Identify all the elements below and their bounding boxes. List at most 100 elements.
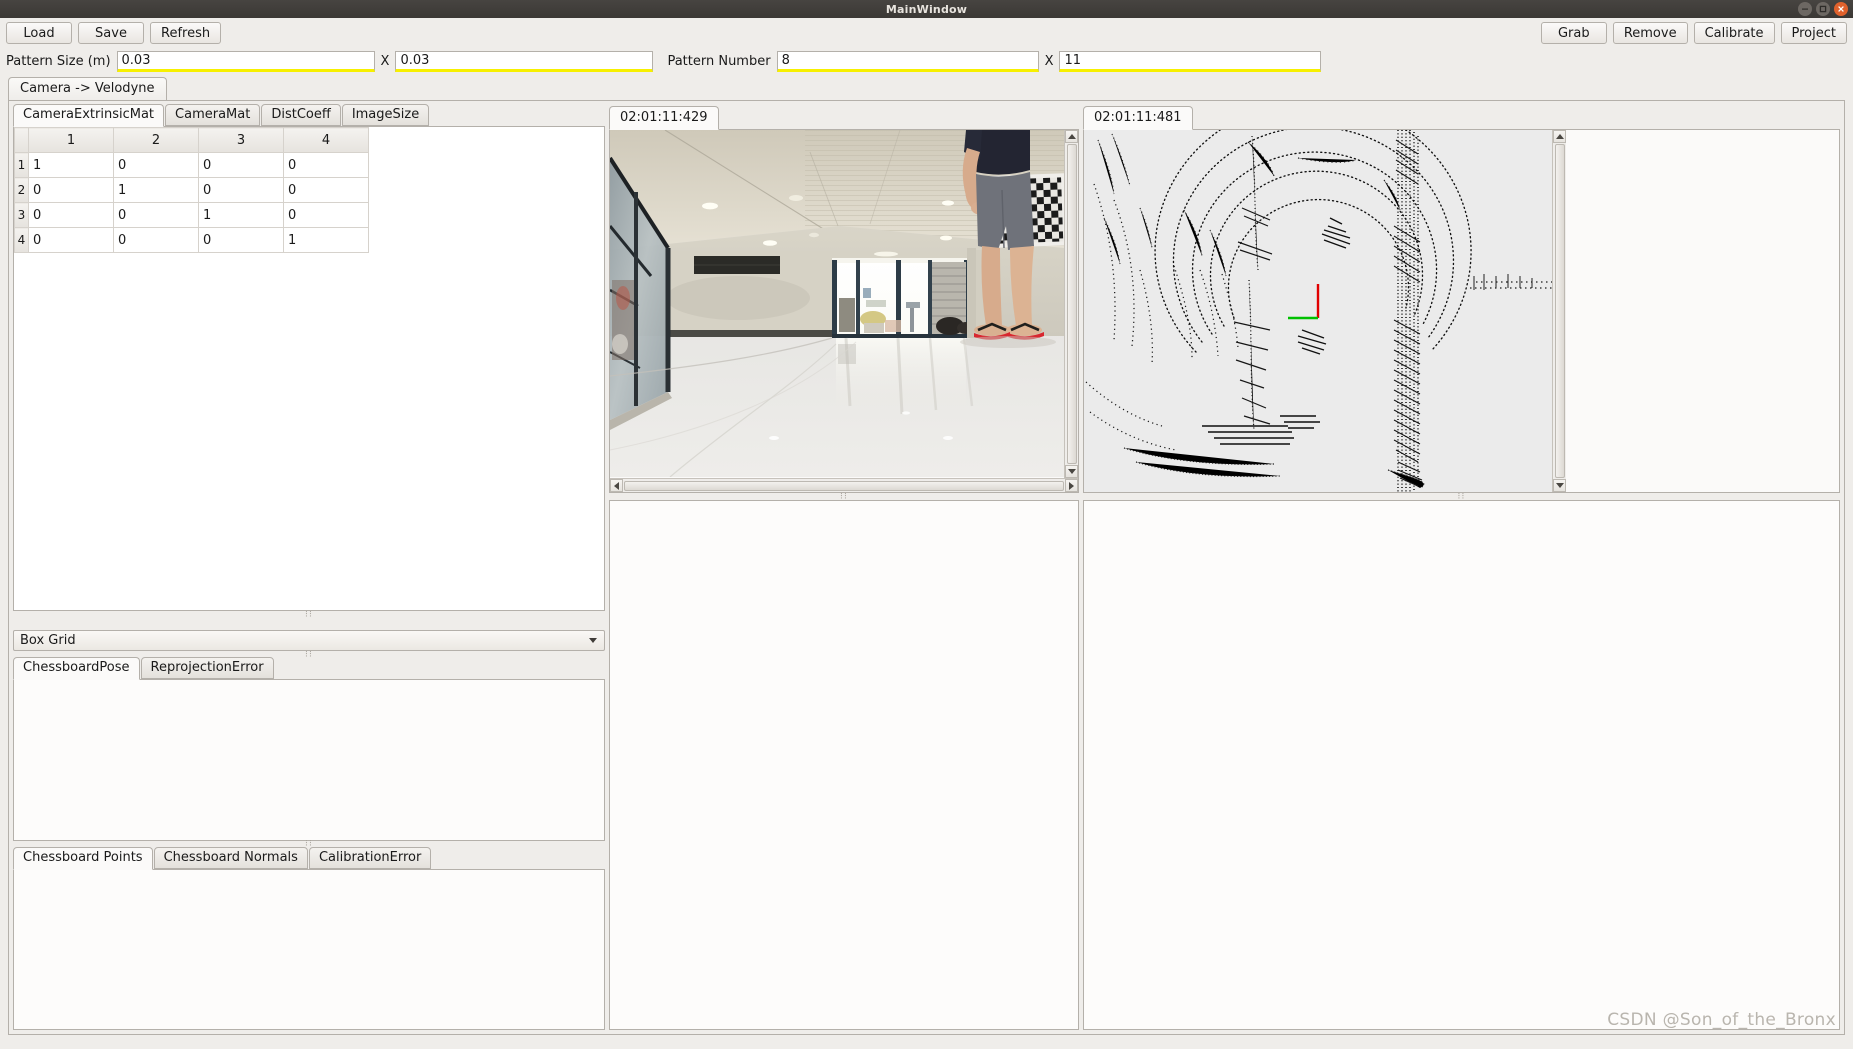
window-titlebar: MainWindow [0, 0, 1853, 18]
toolbar-right-group: Grab Remove Calibrate Project [1540, 22, 1847, 44]
remove-button[interactable]: Remove [1612, 22, 1688, 44]
grab-button[interactable]: Grab [1540, 22, 1607, 44]
table-row: 3 0 0 1 0 [14, 202, 369, 228]
scrollbar-thumb[interactable] [1066, 144, 1077, 464]
camera-image-canvas[interactable] [610, 130, 1078, 478]
camera-vertical-scrollbar[interactable] [1064, 130, 1078, 478]
pattern-number-label: Pattern Number [667, 53, 771, 69]
matrix-cell[interactable]: 1 [283, 227, 369, 253]
table-header-row: 1 2 3 4 [14, 127, 369, 153]
tab-image-size[interactable]: ImageSize [341, 104, 430, 126]
matrix-cell[interactable]: 0 [198, 227, 284, 253]
row-header[interactable]: 3 [14, 202, 29, 228]
toolbar-left-group: Load Save Refresh [6, 22, 222, 44]
lidar-view-tab[interactable]: 02:01:11:481 [1083, 106, 1193, 130]
scroll-left-icon[interactable] [610, 479, 623, 492]
load-button[interactable]: Load [6, 22, 72, 44]
refresh-button[interactable]: Refresh [150, 22, 222, 44]
outer-tabstrip: Camera -> Velodyne [8, 77, 1845, 100]
splitter-handle[interactable]: ⁝⁝ [1083, 492, 1840, 502]
matrix-table-pane[interactable]: 1 2 3 4 1 1 0 0 0 2 0 1 0 0 3 0 0 1 0 4 … [13, 126, 605, 611]
pattern-number-y-input[interactable]: 11 [1059, 50, 1322, 72]
scrollbar-thumb[interactable] [1554, 144, 1565, 478]
chevron-down-icon [589, 638, 597, 643]
splitter-handle[interactable]: ⁝⁝ [13, 610, 605, 620]
grid-type-combobox[interactable]: Box Grid [13, 630, 605, 651]
column-header[interactable]: 1 [28, 127, 114, 153]
lidar-column: 02:01:11:481 ⁝⁝ [1083, 105, 1840, 1030]
tab-camera-velodyne[interactable]: Camera -> Velodyne [8, 77, 167, 100]
tab-chessboard-normals[interactable]: Chessboard Normals [153, 846, 308, 869]
calibrate-button[interactable]: Calibrate [1693, 22, 1775, 44]
lidar-vertical-scrollbar[interactable] [1552, 130, 1566, 492]
window-title: MainWindow [885, 2, 968, 16]
row-header[interactable]: 4 [14, 227, 29, 253]
row-header[interactable]: 1 [14, 152, 29, 178]
matrix-cell[interactable]: 0 [283, 202, 369, 228]
tab-camera-mat[interactable]: CameraMat [165, 104, 261, 126]
tab-camera-extrinsic-mat[interactable]: CameraExtrinsicMat [13, 104, 165, 127]
save-button[interactable]: Save [78, 22, 144, 44]
close-icon[interactable] [1834, 2, 1848, 16]
main-toolbar: Load Save Refresh Grab Remove Calibrate … [0, 18, 1853, 48]
outer-tab-pane: CameraExtrinsicMat CameraMat DistCoeff I… [8, 100, 1845, 1035]
scroll-down-icon[interactable] [1553, 479, 1566, 492]
matrix-cell[interactable]: 0 [28, 177, 114, 203]
matrix-tabstrip: CameraExtrinsicMat CameraMat DistCoeff I… [13, 104, 605, 127]
scroll-up-icon[interactable] [1065, 130, 1078, 143]
matrix-cell[interactable]: 0 [283, 177, 369, 203]
matrix-cell[interactable]: 0 [198, 177, 284, 203]
matrix-cell[interactable]: 0 [28, 202, 114, 228]
camera-image [610, 130, 1064, 477]
project-button[interactable]: Project [1780, 22, 1847, 44]
maximize-icon[interactable] [1816, 2, 1830, 16]
points-tabstrip: Chessboard Points Chessboard Normals Cal… [13, 846, 605, 870]
matrix-cell[interactable]: 0 [198, 152, 284, 178]
pattern-size-x-input[interactable]: 0.03 [116, 50, 375, 72]
matrix-cell[interactable]: 0 [113, 152, 199, 178]
matrix-cell[interactable]: 0 [28, 227, 114, 253]
scroll-down-icon[interactable] [1065, 465, 1078, 478]
column-header[interactable]: 4 [283, 127, 369, 153]
lidar-pointcloud-canvas[interactable] [1084, 130, 1839, 492]
lidar-lower-pane[interactable] [1083, 500, 1840, 1030]
camera-horizontal-scrollbar[interactable] [610, 478, 1078, 492]
column-header[interactable]: 3 [198, 127, 284, 153]
camera-lower-pane[interactable] [609, 500, 1079, 1030]
column-header[interactable]: 2 [113, 127, 199, 153]
camera-view-body [609, 129, 1079, 493]
scroll-up-icon[interactable] [1553, 130, 1566, 143]
pattern-size-y-input[interactable]: 0.03 [395, 50, 654, 72]
matrix-cell[interactable]: 0 [113, 227, 199, 253]
chessboard-points-pane[interactable] [13, 868, 605, 1030]
matrix-cell[interactable]: 1 [28, 152, 114, 178]
pointcloud-render [1084, 130, 1552, 492]
splitter-handle[interactable]: ⁝⁝ [609, 492, 1079, 502]
left-column: CameraExtrinsicMat CameraMat DistCoeff I… [13, 104, 605, 1030]
tab-chessboard-pose[interactable]: ChessboardPose [13, 657, 140, 680]
minimize-icon[interactable] [1798, 2, 1812, 16]
tab-chessboard-points[interactable]: Chessboard Points [13, 846, 153, 870]
camera-column: 02:01:11:429 ⁝⁝ [609, 105, 1079, 1030]
parameters-row: Pattern Size (m) 0.03 X 0.03 Pattern Num… [0, 48, 1853, 74]
matrix-cell[interactable]: 0 [283, 152, 369, 178]
pattern-number-x-input[interactable]: 8 [776, 50, 1039, 72]
matrix-cell[interactable]: 1 [198, 202, 284, 228]
pose-tabstrip: ChessboardPose ReprojectionError [13, 657, 605, 680]
scrollbar-thumb[interactable] [624, 480, 1064, 491]
chessboard-pose-pane[interactable] [13, 679, 605, 841]
tab-reprojection-error[interactable]: ReprojectionError [140, 657, 274, 679]
matrix-cell[interactable]: 1 [113, 177, 199, 203]
tab-calibration-error[interactable]: CalibrationError [308, 846, 432, 869]
extrinsic-matrix-table: 1 2 3 4 1 1 0 0 0 2 0 1 0 0 3 0 0 1 0 4 … [14, 127, 369, 253]
tab-dist-coeff[interactable]: DistCoeff [261, 104, 341, 126]
camera-view-tab[interactable]: 02:01:11:429 [609, 106, 719, 130]
pattern-number-separator: X [1044, 53, 1054, 69]
table-row: 1 1 0 0 0 [14, 152, 369, 178]
pattern-size-label: Pattern Size (m) [6, 53, 111, 69]
table-row: 2 0 1 0 0 [14, 177, 369, 203]
row-header[interactable]: 2 [14, 177, 29, 203]
scroll-right-icon[interactable] [1065, 479, 1078, 492]
table-row: 4 0 0 0 1 [14, 227, 369, 253]
matrix-cell[interactable]: 0 [113, 202, 199, 228]
